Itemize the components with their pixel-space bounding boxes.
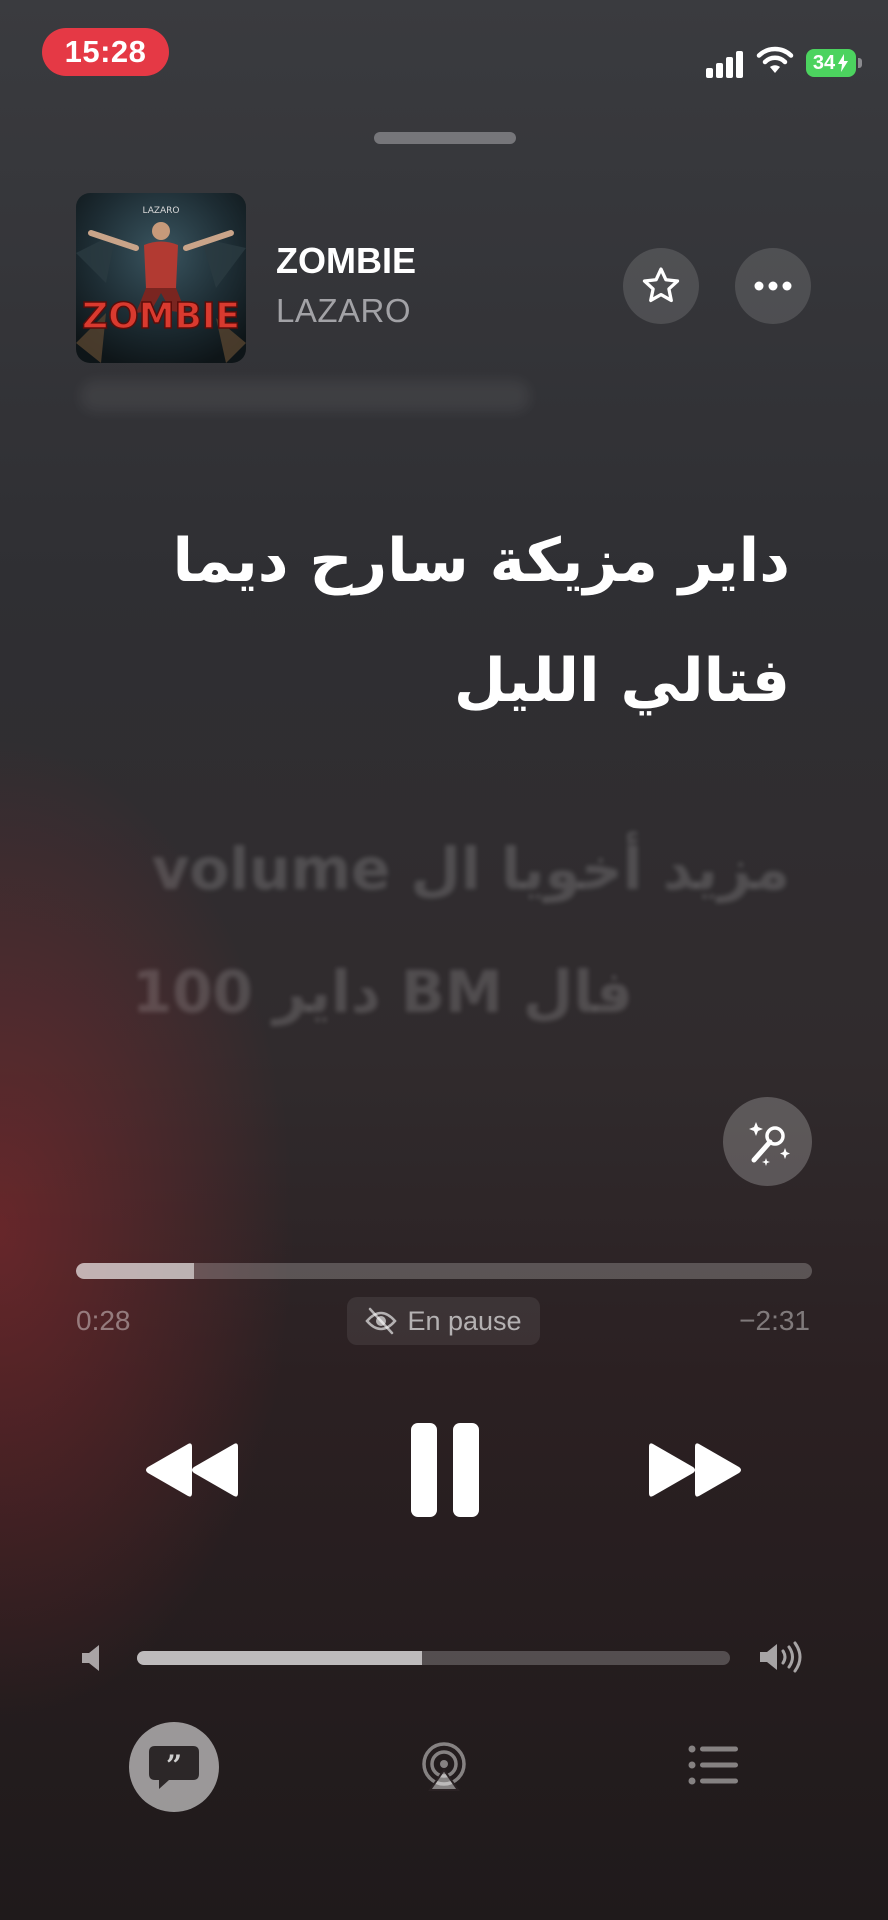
- lyric-line-active-1[interactable]: داير مزيكة سارح ديما: [78, 525, 790, 597]
- pause-icon: [411, 1423, 479, 1517]
- status-time-pill[interactable]: 15:28: [42, 28, 169, 76]
- sheet-grabber[interactable]: [374, 132, 516, 144]
- wifi-icon: [756, 46, 794, 76]
- previous-lyric-line: [80, 380, 530, 412]
- playback-status-badge: En pause: [347, 1297, 540, 1345]
- artwork-label: LAZARO: [142, 206, 179, 216]
- airplay-button[interactable]: [418, 1740, 470, 1792]
- artwork-title: ZOMBIE: [82, 296, 240, 337]
- airplay-icon: [422, 1742, 466, 1791]
- backward-icon: [146, 1443, 238, 1497]
- forward-button[interactable]: [647, 1430, 747, 1510]
- volume-fill: [137, 1651, 422, 1665]
- list-icon: [688, 1745, 738, 1785]
- svg-text:”: ”: [166, 1749, 182, 1782]
- song-artist[interactable]: LAZARO: [276, 292, 411, 330]
- playback-status-label: En pause: [407, 1305, 522, 1336]
- elapsed-time: 0:28: [76, 1305, 131, 1336]
- play-pause-button[interactable]: [400, 1420, 490, 1520]
- battery-indicator: 34: [806, 49, 856, 77]
- lyric-line-active-2[interactable]: فتالي الليل: [78, 645, 790, 717]
- battery-cap: [858, 58, 862, 68]
- lyric-line-next-1[interactable]: مزيد أخويا ال volume: [78, 835, 790, 905]
- rewind-button[interactable]: [140, 1430, 240, 1510]
- song-title[interactable]: ZOMBIE: [276, 240, 416, 282]
- cellular-signal-icon: [706, 48, 746, 78]
- ellipsis-icon: [754, 281, 792, 291]
- lyrics-button[interactable]: ”: [129, 1722, 219, 1812]
- speaker-high-icon: [758, 1640, 808, 1674]
- status-time: 15:28: [64, 34, 147, 69]
- forward-icon: [649, 1443, 741, 1497]
- playback-progress-bar[interactable]: [76, 1263, 812, 1279]
- sing-button[interactable]: [723, 1097, 812, 1186]
- quote-bubble-icon: ”: [149, 1746, 199, 1789]
- eye-slash-icon: [365, 1307, 398, 1335]
- speaker-low-icon: [80, 1642, 110, 1674]
- volume-slider[interactable]: [137, 1651, 730, 1665]
- queue-button[interactable]: [688, 1743, 740, 1787]
- lyric-line-far: ​: [78, 1140, 638, 1200]
- microphone-sparkle-icon: [748, 1121, 790, 1166]
- charging-bolt-icon: [838, 54, 849, 72]
- album-artwork[interactable]: ZOMBIE LAZARO: [76, 193, 246, 363]
- more-options-button[interactable]: [735, 248, 811, 324]
- remaining-time: −2:31: [739, 1305, 810, 1336]
- progress-fill: [76, 1263, 194, 1279]
- star-icon: [642, 267, 680, 303]
- favorite-button[interactable]: [623, 248, 699, 324]
- lyric-line-next-2[interactable]: فال BM داير 100: [78, 958, 633, 1028]
- battery-level: 34: [812, 51, 836, 74]
